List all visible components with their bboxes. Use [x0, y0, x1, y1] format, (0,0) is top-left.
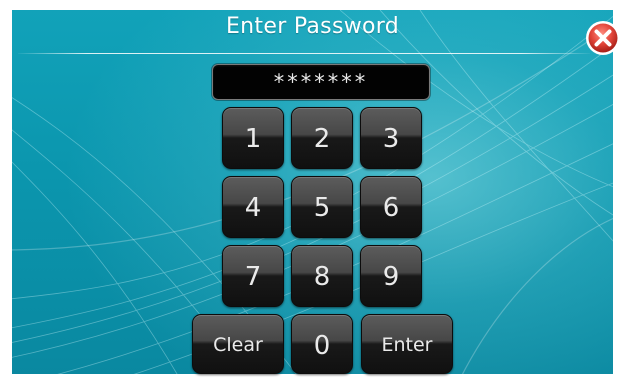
key-1[interactable]: 1 — [222, 107, 284, 169]
close-icon — [586, 21, 620, 55]
key-2[interactable]: 2 — [291, 107, 353, 169]
key-6[interactable]: 6 — [360, 176, 422, 238]
key-3[interactable]: 3 — [360, 107, 422, 169]
close-button[interactable] — [585, 20, 621, 56]
left-border — [0, 0, 12, 379]
bottom-border — [0, 374, 621, 379]
key-9[interactable]: 9 — [360, 245, 422, 307]
dialog-title: Enter Password — [225, 14, 399, 39]
key-0[interactable]: 0 — [291, 314, 353, 374]
key-5[interactable]: 5 — [291, 176, 353, 238]
enter-button[interactable]: Enter — [361, 314, 453, 374]
key-7[interactable]: 7 — [222, 245, 284, 307]
password-screen: Enter Password ******* 1 2 3 4 5 6 7 8 9… — [0, 0, 621, 379]
title-divider — [18, 53, 590, 54]
clear-button[interactable]: Clear — [192, 314, 284, 374]
key-4[interactable]: 4 — [222, 176, 284, 238]
top-border — [0, 0, 621, 10]
right-border — [613, 0, 621, 379]
key-8[interactable]: 8 — [291, 245, 353, 307]
password-display: ******* — [212, 64, 430, 100]
